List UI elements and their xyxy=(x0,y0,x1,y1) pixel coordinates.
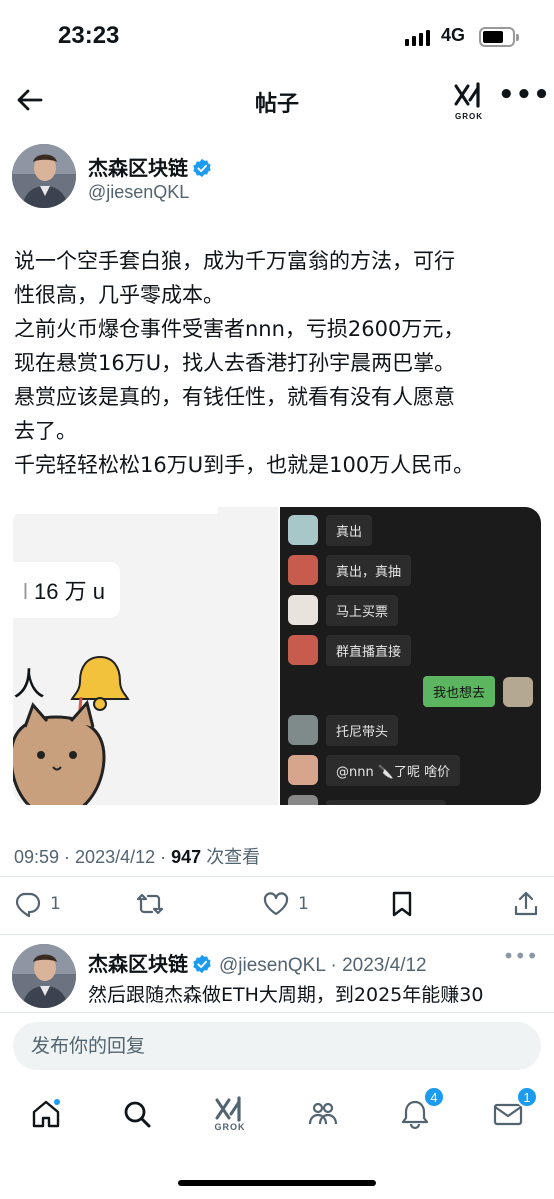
status-time: 23:23 xyxy=(58,22,120,49)
divider xyxy=(0,1012,554,1013)
bookmark-button[interactable] xyxy=(388,890,416,918)
chat-message: 托尼带头 xyxy=(288,714,399,746)
grok-icon xyxy=(215,1096,241,1122)
bottom-tab-bar: GROK 4 1 xyxy=(0,1086,554,1146)
tab-notifications[interactable]: 4 xyxy=(395,1086,445,1134)
avatar-image xyxy=(12,944,76,1008)
home-indicator xyxy=(178,1180,376,1186)
battery-icon xyxy=(479,27,519,47)
status-bar: 23:23 4G xyxy=(0,0,554,72)
avatar-image xyxy=(12,144,76,208)
like-button[interactable]: 1 xyxy=(262,890,309,918)
view-count: 947 xyxy=(171,847,202,867)
chat-avatar xyxy=(288,555,318,585)
grok-label: GROK xyxy=(455,112,483,121)
author-name[interactable]: 杰森区块链 xyxy=(88,152,212,181)
reply-handle-date: @jiesenQKL · 2023/4/12 xyxy=(218,955,427,976)
author-handle[interactable]: @jiesenQKL xyxy=(88,182,189,203)
reply-author: 杰森区块链 @jiesenQKL · 2023/4/12 xyxy=(88,952,427,976)
reply-count: 1 xyxy=(50,894,61,914)
top-bar: 帖子 GROK ••• xyxy=(0,72,554,128)
verified-badge-icon xyxy=(193,158,211,178)
notifications-badge: 4 xyxy=(423,1086,445,1108)
messages-badge: 1 xyxy=(516,1086,538,1108)
tab-search[interactable] xyxy=(117,1094,157,1134)
sticker-bubble: l 16 万 u xyxy=(13,562,120,618)
post-media: l 16 万 u 人 真出 真出，真抽 马上买票 群直播直接 我也想去 托尼带头… xyxy=(13,507,541,805)
search-icon xyxy=(124,1101,151,1128)
post-actions: 1 1 xyxy=(0,886,554,926)
post-text-line: 现在悬赏16万U，找人去香港打孙宇晨两巴掌。 xyxy=(14,351,456,375)
media-image-right[interactable]: 真出 真出，真抽 马上买票 群直播直接 我也想去 托尼带头 @nnn 🔪了呢 啥… xyxy=(280,507,541,805)
post-text-line: 说一个空手套白狼，成为千万富翁的方法，可行 xyxy=(14,249,455,273)
chat-message: @nnn 🔪了呢 啥价 xyxy=(288,754,461,786)
chat-avatar xyxy=(288,595,318,625)
chat-avatar xyxy=(503,676,533,707)
post-meta: 09:59 · 2023/4/12 · 947 次查看 xyxy=(14,847,261,867)
chat-message: 真出，真抽 xyxy=(288,554,412,586)
post-text-line: 性很高，几乎零成本。 xyxy=(14,283,224,307)
chat-avatar xyxy=(288,795,318,805)
reply-compose[interactable] xyxy=(13,1022,541,1070)
more-options-button[interactable]: ••• xyxy=(498,80,551,110)
chat-message: 群直播直接 xyxy=(288,634,412,666)
media-image-left[interactable]: l 16 万 u 人 xyxy=(13,507,278,805)
grok-button[interactable]: GROK xyxy=(452,82,486,121)
verified-badge-icon xyxy=(193,954,211,974)
reply-icon xyxy=(15,892,41,918)
chat-message-self: 我也想去 xyxy=(422,676,533,707)
divider xyxy=(0,876,554,877)
chat-message: 马上买票 xyxy=(288,594,399,626)
reply-text: 然后跟随杰森做ETH大周期，到2025年能赚30 xyxy=(88,984,484,1006)
reply-button[interactable]: 1 xyxy=(14,890,61,918)
tab-grok[interactable]: GROK xyxy=(210,1090,250,1138)
share-button[interactable] xyxy=(512,890,540,918)
divider xyxy=(0,934,554,935)
reply-item[interactable]: 杰森区块链 @jiesenQKL · 2023/4/12 ••• 然后跟随杰森做… xyxy=(12,944,542,1014)
like-count: 1 xyxy=(298,894,309,914)
post-text-line: 千完轻轻松松16万U到手，也就是100万人民币。 xyxy=(14,453,475,477)
chat-avatar xyxy=(288,715,318,745)
chat-message: 真出 xyxy=(288,514,373,546)
grok-tab-label: GROK xyxy=(214,1122,246,1132)
network-type: 4G xyxy=(441,25,466,45)
grok-icon xyxy=(454,82,480,108)
post-text-line: 之前火币爆仓事件受害者nnn，亏损2600万元， xyxy=(14,317,465,341)
share-icon xyxy=(514,891,538,916)
repost-button[interactable] xyxy=(136,890,164,918)
communities-icon xyxy=(308,1102,338,1125)
post-text-line: 去了。 xyxy=(14,419,77,443)
reply-input[interactable] xyxy=(13,1022,541,1070)
reply-more-button[interactable]: ••• xyxy=(503,944,538,968)
heart-icon xyxy=(263,892,289,916)
repost-icon xyxy=(136,893,164,915)
cat-sticker xyxy=(13,697,106,805)
post-date: 2023/4/12 xyxy=(75,847,156,867)
chat-avatar xyxy=(288,635,318,665)
home-indicator-dot xyxy=(53,1098,61,1106)
post-time: 09:59 xyxy=(14,847,60,867)
post-text: 说一个空手套白狼，成为千万富翁的方法，可行 性很高，几乎零成本。 之前火币爆仓事… xyxy=(14,244,542,482)
tab-communities[interactable] xyxy=(303,1094,343,1134)
bookmark-icon xyxy=(392,891,412,917)
tab-messages[interactable]: 1 xyxy=(488,1086,538,1134)
chat-message xyxy=(288,795,446,805)
avatar[interactable] xyxy=(12,944,76,1008)
post-author: 杰森区块链 @jiesenQKL xyxy=(12,144,542,214)
signal-icon xyxy=(405,28,430,46)
avatar[interactable] xyxy=(12,144,76,208)
views-label: 次查看 xyxy=(206,847,261,867)
chat-avatar xyxy=(288,755,318,785)
post-text-line: 悬赏应该是真的，有钱任性，就看有没有人愿意 xyxy=(14,385,455,409)
tab-home[interactable] xyxy=(26,1094,66,1134)
chat-avatar xyxy=(288,515,318,545)
